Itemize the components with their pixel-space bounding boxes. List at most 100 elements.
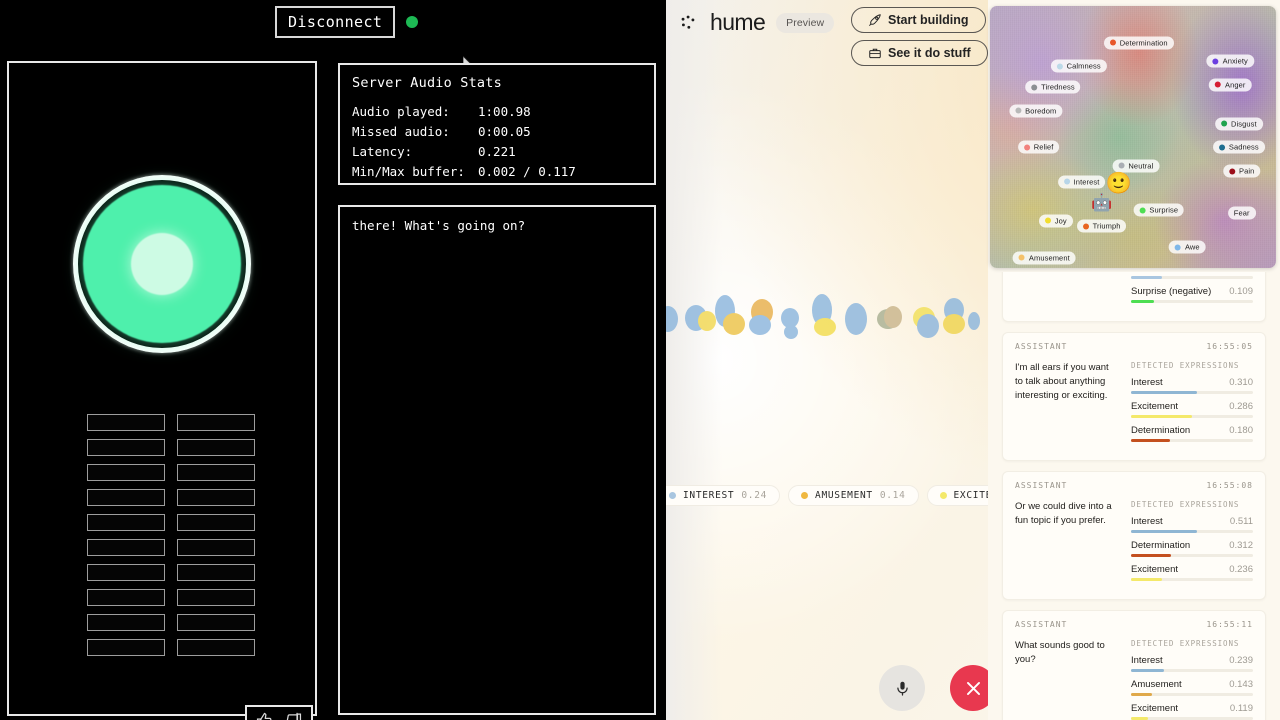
disconnect-row: Disconnect: [275, 6, 419, 38]
stats-row: Min/Max buffer: 0.002 / 0.117: [352, 162, 642, 182]
emotion-map-label-text: Relief: [1033, 142, 1054, 152]
stats-row: Audio played: 1:00.98: [352, 102, 642, 122]
expression-label: Amusement: [1131, 679, 1182, 690]
expression-row: Interest 0.310: [1131, 377, 1253, 394]
expression-label: Excitement: [1131, 564, 1178, 575]
expression-value: 0.511: [1229, 516, 1253, 527]
emotion-map-label-text: Awe: [1184, 242, 1200, 252]
emotion-map-label[interactable]: Tiredness: [1025, 80, 1081, 94]
emotion-map-dot-icon: [1174, 244, 1181, 251]
transcript-timestamp: 16:55:08: [1206, 481, 1253, 490]
emotion-map-label-text: Pain: [1238, 166, 1255, 176]
emotion-dot-icon: [801, 492, 809, 499]
transcript-card[interactable]: ASSISTANT 16:55:11 What sounds good to you…: [1002, 610, 1266, 720]
transcript-card-body: What sounds good to you? DETECTED EXPRESS…: [1015, 639, 1253, 720]
expression-bar-track: [1131, 439, 1253, 442]
transcript-text: there! What's going on?: [352, 218, 526, 233]
emotion-map-label-text: Disgust: [1230, 119, 1257, 129]
expression-label: Determination: [1131, 425, 1191, 436]
server-audio-stats-box: Server Audio Stats Audio played: 1:00.98 M…: [338, 63, 656, 185]
stats-row-label: Min/Max buffer:: [352, 164, 465, 179]
robot-emoji: 🤖: [1090, 192, 1113, 212]
detected-expressions: DETECTED EXPRESSIONS Interest 0.511 Determi…: [1131, 500, 1253, 588]
expression-bar-fill: [1131, 415, 1192, 418]
emotion-map[interactable]: Determination Anxiety Calmness Tiredness Ang…: [990, 6, 1276, 268]
stats-row-label: Missed audio:: [352, 124, 450, 139]
expression-label: Determination: [1131, 540, 1191, 551]
emotion-map-label[interactable]: Neutral: [1112, 159, 1160, 173]
thumbs-down-icon[interactable]: [285, 712, 302, 720]
transcript-message-text: Or we could dive into a fun topic if you…: [1015, 501, 1112, 526]
emotion-map-dot-icon: [1118, 162, 1125, 169]
expression-row: Interest 0.141: [1131, 272, 1253, 279]
transcript-card-list[interactable]: Confusion0.295Interest0.141Surprise (neg…: [988, 272, 1280, 720]
emotion-map-label[interactable]: Sadness: [1212, 140, 1265, 154]
audio-orb: [73, 175, 251, 353]
level-bar: [177, 589, 255, 606]
start-building-button[interactable]: Start building: [851, 7, 986, 33]
emotion-map-dot-icon: [1220, 120, 1227, 127]
expression-row-top: Excitement 0.236: [1131, 564, 1253, 575]
transcript-card-header: ASSISTANT 16:55:05: [1015, 342, 1253, 351]
expression-bar-fill: [1131, 439, 1171, 442]
level-bar: [87, 539, 165, 556]
level-bar: [87, 464, 165, 481]
expression-bar-fill: [1131, 300, 1155, 303]
emotion-map-label[interactable]: Joy: [1038, 214, 1073, 228]
transcript-card[interactable]: ASSISTANT 16:55:05 I'm all ears if you wan…: [1002, 332, 1266, 461]
detected-expressions: DETECTED EXPRESSIONS Interest 0.239 Amuseme…: [1131, 639, 1253, 720]
expression-label: Interest: [1131, 655, 1163, 666]
emotion-map-label[interactable]: Pain: [1222, 164, 1261, 178]
disconnect-button[interactable]: Disconnect: [275, 6, 396, 38]
emotion-map-label-text: Sadness: [1228, 142, 1259, 152]
emotion-map-label[interactable]: Determination: [1103, 36, 1174, 50]
emotion-map-label-text: Determination: [1119, 38, 1168, 48]
level-bar: [177, 414, 255, 431]
stats-row-value: 0:00.05: [478, 124, 531, 139]
emotion-chip: INTEREST 0.24: [666, 485, 781, 506]
expression-label: Interest: [1131, 272, 1163, 273]
emotion-map-label-text: Surprise: [1149, 205, 1179, 215]
emotion-map-label[interactable]: Anxiety: [1206, 54, 1254, 68]
connection-status-dot: [406, 16, 419, 28]
stats-row-label: Audio played:: [352, 104, 450, 119]
level-bar: [87, 489, 165, 506]
see-it-do-stuff-button[interactable]: See it do stuff: [851, 40, 988, 66]
emotion-map-dot-icon: [1218, 144, 1225, 151]
emotion-dot-icon: [669, 492, 676, 499]
expression-row-top: Interest 0.239: [1131, 655, 1253, 666]
emotion-map-label-text: Calmness: [1066, 61, 1101, 71]
emotion-map-label-text: Boredom: [1025, 106, 1057, 116]
emotion-map-label[interactable]: Fear: [1227, 206, 1256, 220]
emotion-map-label[interactable]: Interest: [1057, 175, 1106, 189]
transcript-card[interactable]: ASSISTANT 16:55:08 Or we could dive into a…: [1002, 471, 1266, 600]
expression-row: Interest 0.239: [1131, 655, 1253, 672]
emotion-map-label-text: Anxiety: [1222, 56, 1248, 66]
transcript-card-header: ASSISTANT 16:55:08: [1015, 481, 1253, 490]
expression-row-top: Interest 0.141: [1131, 272, 1253, 273]
level-bar: [177, 564, 255, 581]
emotion-map-label[interactable]: Anger: [1208, 78, 1252, 92]
emotion-map-label[interactable]: Awe: [1168, 240, 1206, 254]
emotion-map-label[interactable]: Disgust: [1214, 117, 1263, 131]
emotion-map-label[interactable]: Triumph: [1076, 219, 1127, 233]
thumbs-up-icon[interactable]: [256, 712, 273, 720]
emotion-map-dot-icon: [1228, 168, 1235, 175]
expression-value: 0.109: [1229, 286, 1253, 297]
expression-label: Interest: [1131, 516, 1163, 527]
emotion-map-label[interactable]: Boredom: [1009, 104, 1063, 118]
emotion-map-label[interactable]: Amusement: [1012, 251, 1076, 265]
emotion-map-label[interactable]: Calmness: [1050, 59, 1107, 73]
hume-wordmark: hume: [710, 9, 766, 35]
transcript-role: ASSISTANT: [1015, 620, 1068, 629]
transcript-card[interactable]: Confusion0.295Interest0.141Surprise (neg…: [1002, 272, 1266, 322]
feedback-buttons: [245, 705, 313, 720]
expression-bar-track: [1131, 276, 1253, 279]
emotion-map-label[interactable]: Surprise: [1133, 203, 1185, 217]
level-bar: [87, 639, 165, 656]
emotion-map-label[interactable]: Relief: [1017, 140, 1060, 154]
mic-button[interactable]: [879, 665, 925, 711]
transcript-textbox[interactable]: there! What's going on?: [338, 205, 656, 715]
expression-row-top: Surprise (negative) 0.109: [1131, 286, 1253, 297]
transcript-role: ASSISTANT: [1015, 481, 1068, 490]
